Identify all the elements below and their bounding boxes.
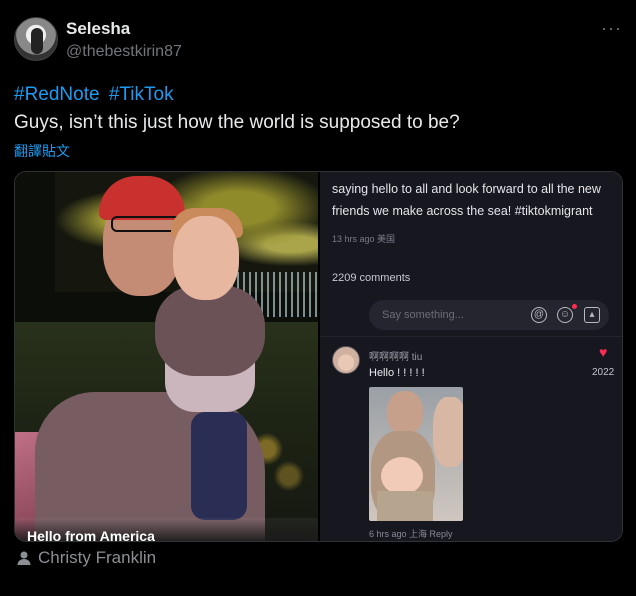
attribution-name: Christy Franklin <box>38 548 157 567</box>
tweet-text: Guys, isn’t this just how the world is s… <box>14 112 460 133</box>
emoji-icon[interactable]: ☺ <box>557 307 573 323</box>
hashtag-link[interactable]: #RedNote <box>14 84 100 105</box>
image-icon[interactable]: ▴ <box>584 307 600 323</box>
photo-baby-head <box>173 216 239 300</box>
divider <box>320 336 622 337</box>
comment-like-count: 2022 <box>592 367 615 378</box>
post-body-text: saying hello to all and look forward to … <box>332 182 601 218</box>
comment-input[interactable]: Say something... @ ☺ ▴ <box>369 300 609 330</box>
photo-caption: Hello from America <box>27 528 155 542</box>
heart-icon[interactable]: ♥ <box>599 344 607 360</box>
hashtag-link[interactable]: #TikTok <box>109 84 174 105</box>
comment-photo[interactable] <box>369 387 463 521</box>
comment-count: 2209 comments <box>332 272 411 284</box>
tweet-media[interactable]: Hello from America saying hello to all a… <box>14 171 623 542</box>
hashtags: #RedNote #TikTok <box>14 84 178 106</box>
comment-text: Hello ! ! ! ! ! <box>369 367 425 379</box>
photo-baby-legs <box>191 412 247 520</box>
notification-dot <box>572 304 577 309</box>
family-photo[interactable]: Hello from America <box>15 172 318 542</box>
comment-meta: 6 hrs ago 上海 Reply <box>369 529 453 539</box>
commenter-username[interactable]: 啊啊啊啊 tiu <box>369 348 422 363</box>
translate-post-link[interactable]: 翻譯貼文 <box>14 141 70 161</box>
comment-photo-face <box>433 397 463 467</box>
rednote-screenshot-panel[interactable]: saying hello to all and look forward to … <box>320 172 622 541</box>
comment-photo-baby-face <box>381 457 423 495</box>
at-mention-icon[interactable]: @ <box>531 307 547 323</box>
comment-photo-coat <box>377 491 433 521</box>
commenter-avatar[interactable] <box>332 346 360 374</box>
author-handle[interactable]: @thebestkirin87 <box>66 43 182 61</box>
comment-input-placeholder: Say something... <box>382 309 464 321</box>
more-options-icon[interactable]: ··· <box>601 18 622 39</box>
author-avatar[interactable] <box>14 17 58 61</box>
author-name[interactable]: Selesha <box>66 19 130 39</box>
person-icon <box>17 551 31 565</box>
photo-attribution[interactable]: Christy Franklin <box>16 548 156 568</box>
comment-photo-face <box>387 391 423 435</box>
post-meta: 13 hrs ago 美国 <box>332 234 396 244</box>
